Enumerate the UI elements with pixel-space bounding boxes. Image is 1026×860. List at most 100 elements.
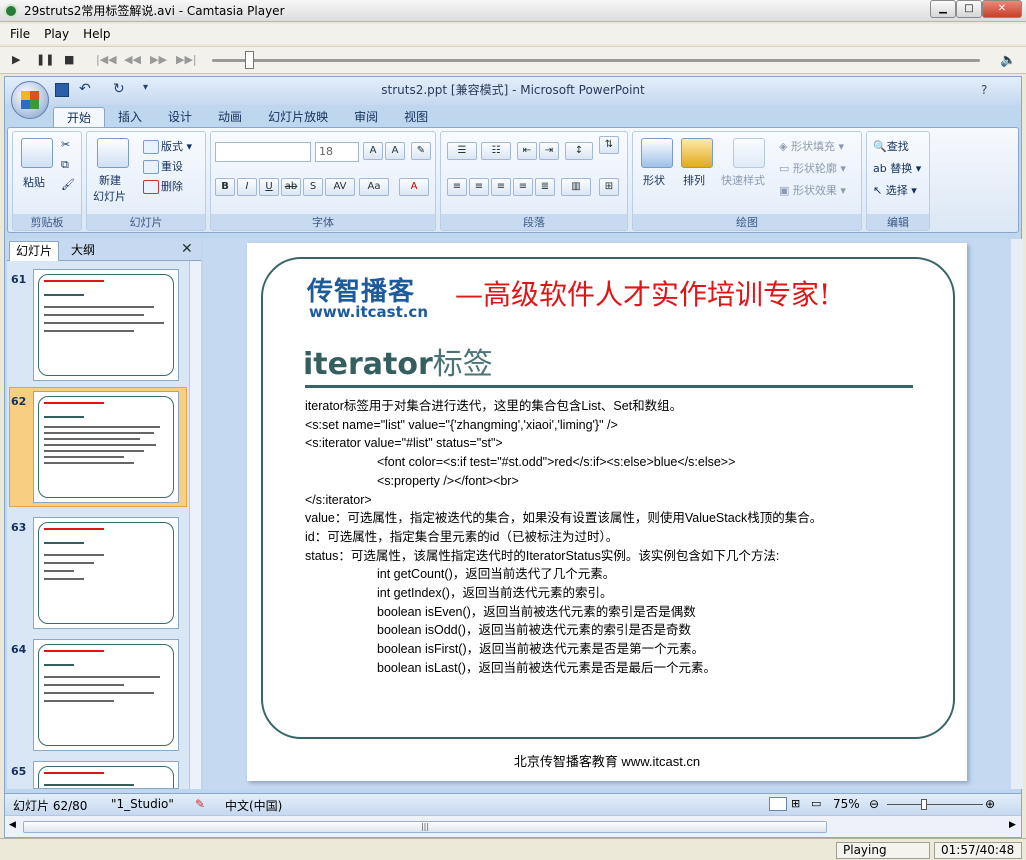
tab-home[interactable]: 开始: [53, 107, 106, 127]
new-slide-button-line1[interactable]: 新建: [99, 172, 121, 188]
numbering-button[interactable]: ☷: [481, 142, 511, 160]
skip-end-icon[interactable]: ▶▶|: [176, 53, 197, 66]
redo-icon[interactable]: ↻: [113, 81, 125, 97]
new-slide-button-line2[interactable]: 幻灯片: [93, 188, 126, 204]
layout-button[interactable]: 版式 ▾: [143, 138, 192, 154]
tab-view[interactable]: 视图: [391, 107, 441, 127]
copy-icon[interactable]: ⧉: [61, 158, 69, 172]
canvas-scrollbar[interactable]: [1011, 239, 1023, 789]
slide-thumbnail[interactable]: [33, 639, 179, 751]
zoom-slider[interactable]: [887, 804, 983, 805]
font-name-combo[interactable]: [215, 142, 311, 162]
replace-button[interactable]: ab 替换 ▾: [873, 160, 921, 176]
strikethrough-button[interactable]: ab: [281, 178, 301, 196]
align-right-button[interactable]: ≡: [491, 178, 511, 196]
new-slide-icon[interactable]: [97, 138, 129, 168]
shape-fill-button[interactable]: ◈ 形状填充 ▾: [779, 138, 844, 154]
horizontal-scroll-thumb[interactable]: |||: [23, 821, 827, 833]
slideshow-view-icon[interactable]: ▭: [811, 797, 821, 810]
text-direction-button[interactable]: ⇅: [599, 136, 619, 154]
slide-thumbnail[interactable]: [33, 269, 179, 381]
zoom-level[interactable]: 75%: [833, 797, 860, 811]
help-icon[interactable]: ?: [981, 83, 987, 97]
tab-design[interactable]: 设计: [155, 107, 205, 127]
delete-slide-button[interactable]: 删除: [143, 178, 183, 194]
bullets-button[interactable]: ☰: [447, 142, 477, 160]
change-case-button[interactable]: Aa: [359, 178, 389, 196]
justify-button[interactable]: ≡: [513, 178, 533, 196]
volume-icon[interactable]: 🔈: [1000, 53, 1016, 68]
menu-play[interactable]: Play: [44, 27, 69, 41]
ppt-horizontal-scrollbar[interactable]: ◀ ||| ▶: [5, 815, 1021, 837]
tab-slides-panel[interactable]: 幻灯片: [9, 241, 60, 261]
italic-button[interactable]: I: [237, 178, 257, 196]
scroll-right-icon[interactable]: ▶: [1009, 820, 1016, 830]
slide-thumbnail-current[interactable]: [33, 391, 179, 503]
tab-insert[interactable]: 插入: [105, 107, 155, 127]
decrease-indent-button[interactable]: ⇤: [517, 142, 537, 160]
scroll-left-icon[interactable]: ◀: [9, 820, 16, 830]
shapes-button[interactable]: 形状: [643, 172, 665, 188]
tab-review[interactable]: 审阅: [341, 107, 391, 127]
columns-button[interactable]: ▥: [561, 178, 591, 196]
paste-button[interactable]: 粘贴: [23, 174, 45, 190]
slide-thumbnail[interactable]: [33, 761, 179, 789]
zoom-slider-thumb[interactable]: [921, 799, 927, 810]
shape-effects-button[interactable]: ▣ 形状效果 ▾: [779, 182, 846, 198]
quick-styles-button[interactable]: 快速样式: [721, 172, 765, 188]
zoom-out-icon[interactable]: ⊖: [869, 797, 879, 811]
font-color-button[interactable]: A: [399, 178, 429, 196]
normal-view-icon[interactable]: [769, 797, 787, 811]
customize-qat-icon[interactable]: ▾: [143, 82, 148, 93]
line-spacing-button[interactable]: ↕: [565, 142, 593, 160]
stop-icon[interactable]: ■: [64, 53, 74, 66]
quick-styles-icon[interactable]: [733, 138, 765, 168]
smartart-button[interactable]: ⊞: [599, 178, 619, 196]
close-panel-icon[interactable]: ✕: [181, 241, 193, 257]
arrange-button[interactable]: 排列: [683, 172, 705, 188]
grow-font-button[interactable]: A: [363, 142, 383, 160]
arrange-icon[interactable]: [681, 138, 713, 168]
skip-start-icon[interactable]: |◀◀: [96, 53, 117, 66]
shape-outline-button[interactable]: ▭ 形状轮廓 ▾: [779, 160, 846, 176]
sorter-view-icon[interactable]: ⊞: [791, 797, 800, 810]
panel-scrollbar[interactable]: [189, 261, 201, 789]
shapes-icon[interactable]: [641, 138, 673, 168]
align-left-button[interactable]: ≡: [447, 178, 467, 196]
bold-button[interactable]: B: [215, 178, 235, 196]
minimize-button[interactable]: ▁: [930, 0, 956, 18]
slide-thumbnail[interactable]: [33, 517, 179, 629]
underline-button[interactable]: U: [259, 178, 279, 196]
cut-icon[interactable]: ✂: [61, 138, 70, 151]
align-center-button[interactable]: ≡: [469, 178, 489, 196]
seek-track[interactable]: [212, 59, 980, 62]
fast-forward-icon[interactable]: ▶▶: [150, 53, 167, 66]
spellcheck-icon[interactable]: ✎: [195, 797, 205, 811]
format-painter-icon[interactable]: 🖌: [61, 178, 75, 191]
font-size-combo[interactable]: 18: [315, 142, 359, 162]
reset-button[interactable]: 重设: [143, 158, 183, 174]
clear-format-button[interactable]: ✎: [411, 142, 431, 160]
select-button[interactable]: ↖ 选择 ▾: [873, 182, 917, 198]
menu-file[interactable]: File: [10, 27, 30, 41]
tab-animations[interactable]: 动画: [205, 107, 255, 127]
maximize-button[interactable]: □: [956, 0, 982, 18]
tab-slideshow[interactable]: 幻灯片放映: [255, 107, 341, 127]
tab-outline-panel[interactable]: 大纲: [65, 241, 101, 261]
pause-icon[interactable]: ❚❚: [36, 53, 54, 66]
paste-icon[interactable]: [21, 138, 53, 168]
shadow-button[interactable]: S: [303, 178, 323, 196]
close-button[interactable]: ✕: [982, 0, 1022, 18]
zoom-in-icon[interactable]: ⊕: [985, 797, 995, 811]
seek-thumb[interactable]: [244, 51, 254, 69]
distributed-button[interactable]: ≣: [535, 178, 555, 196]
undo-icon[interactable]: ↶: [79, 81, 91, 97]
play-icon[interactable]: ▶: [12, 53, 20, 66]
save-icon[interactable]: [55, 83, 69, 97]
shrink-font-button[interactable]: A: [385, 142, 405, 160]
menu-help[interactable]: Help: [83, 27, 110, 41]
find-button[interactable]: 🔍查找: [873, 138, 909, 154]
increase-indent-button[interactable]: ⇥: [539, 142, 559, 160]
rewind-icon[interactable]: ◀◀: [124, 53, 141, 66]
office-button[interactable]: [11, 81, 49, 119]
